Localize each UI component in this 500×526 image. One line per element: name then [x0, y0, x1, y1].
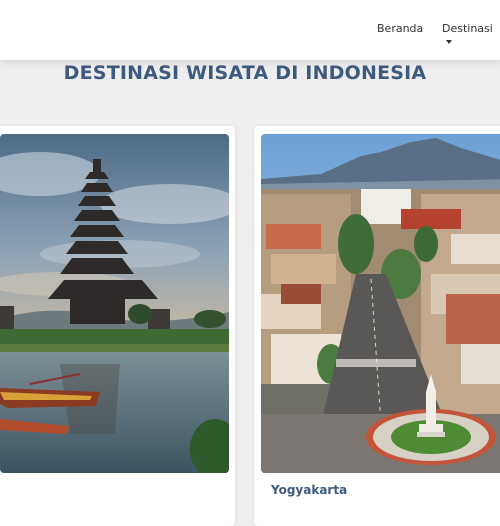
destination-photo-yogyakarta[interactable]: [261, 134, 500, 473]
bali-temple-photo: [0, 134, 229, 473]
top-navbar: Beranda Destinasi: [0, 0, 500, 60]
yogyakarta-city-photo: [261, 134, 500, 473]
page-title: DESTINASI WISATA DI INDONESIA: [63, 62, 427, 84]
nav-link-beranda[interactable]: Beranda: [377, 22, 423, 35]
nav-dropdown-destinasi[interactable]: Destinasi: [442, 22, 500, 48]
destination-card[interactable]: Yogyakarta: [254, 126, 500, 526]
caret-down-icon: [446, 40, 452, 44]
nav-dropdown-destinasi-label: Destinasi: [442, 22, 493, 35]
destination-card[interactable]: [0, 126, 235, 526]
destination-card-title[interactable]: Yogyakarta: [271, 483, 347, 497]
destination-photo-bali[interactable]: [0, 134, 229, 473]
